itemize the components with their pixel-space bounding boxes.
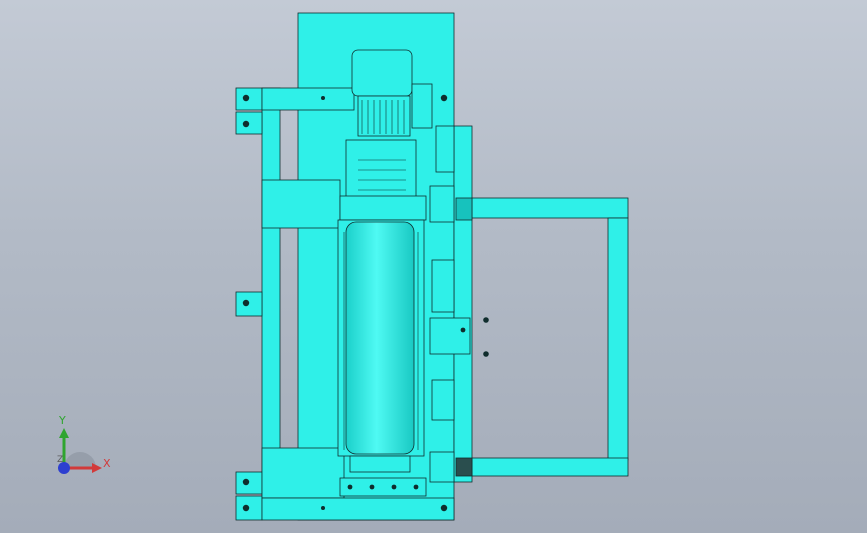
rail-bracket-4 [429,451,455,483]
right-frame-top-bar [469,197,629,219]
bottom-crossbar [261,447,345,499]
carriage-block [429,317,471,355]
rail-end-block-bottom [455,457,473,477]
x-axis-label: X [103,457,111,470]
mounting-block [339,477,427,497]
z-axis-label: Z [57,455,64,465]
right-frame-bottom-bar [471,457,629,477]
motor-terminal-box [411,83,433,129]
motor-fan-cover [351,49,413,97]
gearbox-flange [339,195,427,221]
top-crossbar [261,87,355,111]
frame-left-column [261,87,281,509]
machine-assembly-model[interactable] [0,0,867,533]
rail-bracket-3 [431,379,455,421]
gearbox [345,139,417,199]
rail-bracket-top [435,125,455,173]
cylinder-end-cap [349,455,411,473]
mid-crossbar [261,179,341,229]
rail-bracket-1 [429,185,455,223]
right-frame-column [607,217,629,461]
guide-rail [453,125,473,483]
motor-body [357,95,411,137]
cad-viewport[interactable]: Y Z X [0,0,867,533]
rail-end-block-top [455,197,473,221]
main-cylinder [345,221,415,455]
base-plate [261,497,455,521]
coordinate-triad [58,428,102,474]
y-axis-label: Y [59,414,66,427]
rail-bracket-2 [431,259,455,313]
